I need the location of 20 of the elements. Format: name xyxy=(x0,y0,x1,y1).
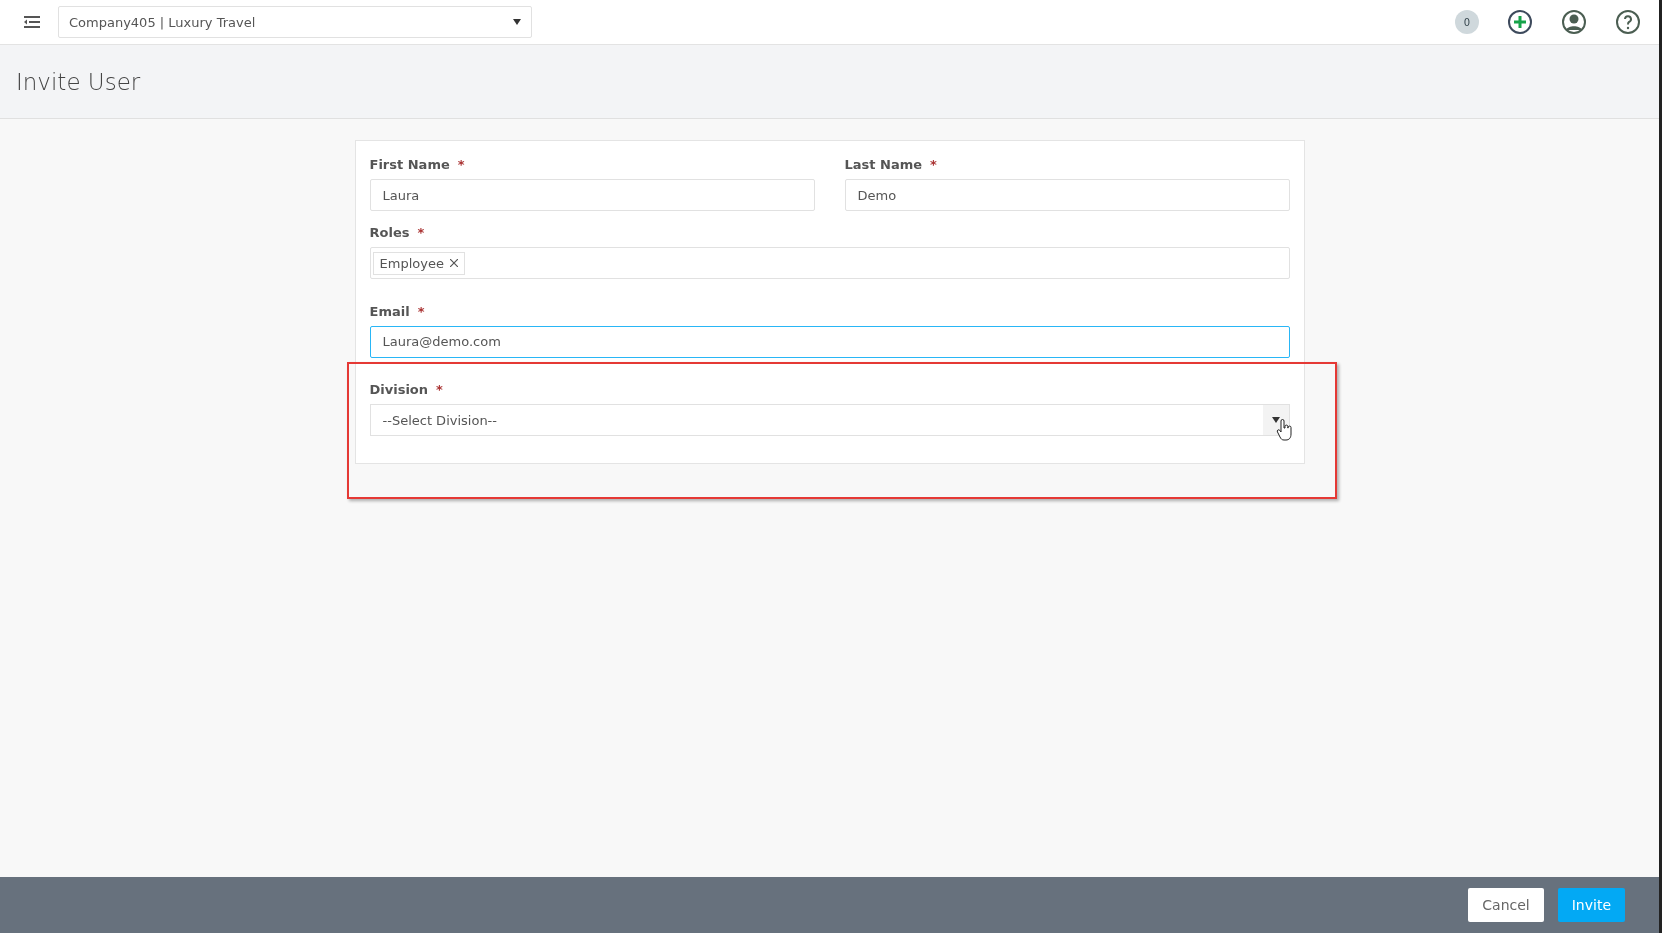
field-label: Roles xyxy=(369,225,410,240)
first-name-field[interactable]: Laura xyxy=(369,179,815,211)
role-tag: Employee xyxy=(372,251,465,275)
cancel-button[interactable]: Cancel xyxy=(1468,888,1544,922)
field-label: First Name xyxy=(369,157,450,172)
field-label: Last Name xyxy=(844,157,923,172)
required-mark: * xyxy=(457,157,465,172)
roles-field[interactable]: Employee xyxy=(369,247,1290,279)
page-title: Invite User xyxy=(16,68,141,95)
last-name-field[interactable]: Demo xyxy=(844,179,1290,211)
notification-badge[interactable]: 0 xyxy=(1455,10,1479,34)
required-mark: * xyxy=(417,303,425,319)
required-mark: * xyxy=(930,157,937,172)
field-label: Email xyxy=(369,303,410,319)
company-select[interactable]: Company405 | Luxury Travel xyxy=(58,6,532,38)
email-field[interactable]: Laura@demo.com xyxy=(369,325,1290,358)
required-mark: * xyxy=(417,225,425,240)
field-label: Division xyxy=(369,382,429,398)
division-select[interactable]: --Select Division-- xyxy=(369,404,1290,437)
required-mark: * xyxy=(436,382,443,398)
